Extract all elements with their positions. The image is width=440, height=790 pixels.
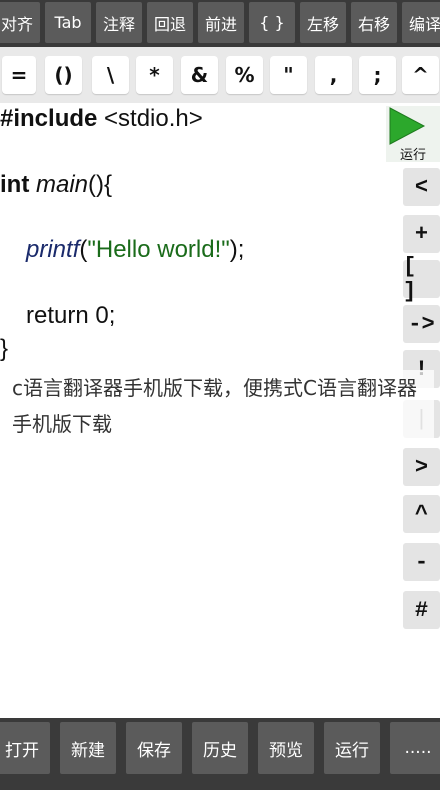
more-button[interactable]: ..... [390,722,440,774]
main-signature: (){ [88,171,113,198]
new-button[interactable]: 新建 [60,722,116,774]
include-keyword: #include [0,105,98,132]
key-hash[interactable]: # [403,591,440,629]
preview-button[interactable]: 预览 [258,722,314,774]
key-minus[interactable]: - [403,543,440,581]
int-keyword: int [0,171,30,198]
printf-call: printf [26,236,80,263]
symbol-comma[interactable]: , [315,56,352,94]
run-button[interactable]: 运行 [386,106,440,163]
redo-button[interactable]: 前进 [198,2,244,43]
save-button[interactable]: 保存 [126,722,182,774]
symbol-ampersand[interactable]: & [181,56,218,94]
main-function: main [29,171,89,198]
symbol-quote[interactable]: " [270,56,307,94]
key-greater-than[interactable]: > [403,448,440,486]
open-button[interactable]: 打开 [0,722,50,774]
symbol-parens[interactable]: () [45,56,82,94]
key-less-than[interactable]: < [403,168,440,206]
run-label: 运行 [399,148,426,163]
code-line-1: #include <stdio.h> [0,105,203,133]
compile-button[interactable]: 编译 [402,2,440,43]
tab-button[interactable]: Tab [45,2,91,43]
key-caret[interactable]: ^ [403,495,440,533]
bottom-toolbar: 打开 新建 保存 历史 预览 运行 ..... [0,718,440,790]
code-line-5: } [0,335,9,362]
symbol-semicolon[interactable]: ; [359,56,396,94]
symbol-bar: = () \ * & % " , ; ^ [0,47,440,103]
top-toolbar: 对齐 Tab 注释 回退 前进 { } 左移 右移 编译 [0,0,440,47]
overlay-caption: c语言翻译器手机版下载，便携式C语言翻译器手机版下载 [12,370,434,442]
symbol-percent[interactable]: % [226,56,263,94]
comment-button[interactable]: 注释 [96,2,142,43]
key-plus[interactable]: + [403,215,440,253]
history-button[interactable]: 历史 [192,722,248,774]
symbol-equals[interactable]: = [2,56,36,94]
printf-close: ); [229,236,245,263]
symbol-caret[interactable]: ^ [402,56,439,94]
include-header: <stdio.h> [97,105,203,132]
shift-left-button[interactable]: 左移 [300,2,346,43]
string-literal: "Hello world!" [87,236,230,263]
run-play-icon [389,107,426,145]
braces-button[interactable]: { } [249,2,295,43]
key-arrow[interactable]: -> [403,305,440,343]
code-line-4: return 0; [26,302,116,329]
shift-right-button[interactable]: 右移 [351,2,397,43]
symbol-backslash[interactable]: \ [92,56,129,94]
symbol-asterisk[interactable]: * [136,56,173,94]
key-brackets[interactable]: [ ] [403,254,440,304]
undo-button[interactable]: 回退 [147,2,193,43]
code-line-3: printf("Hello world!"); [26,236,244,264]
code-line-2: int main(){ [0,171,112,199]
run-bottom-button[interactable]: 运行 [324,722,380,774]
align-button[interactable]: 对齐 [0,2,40,43]
